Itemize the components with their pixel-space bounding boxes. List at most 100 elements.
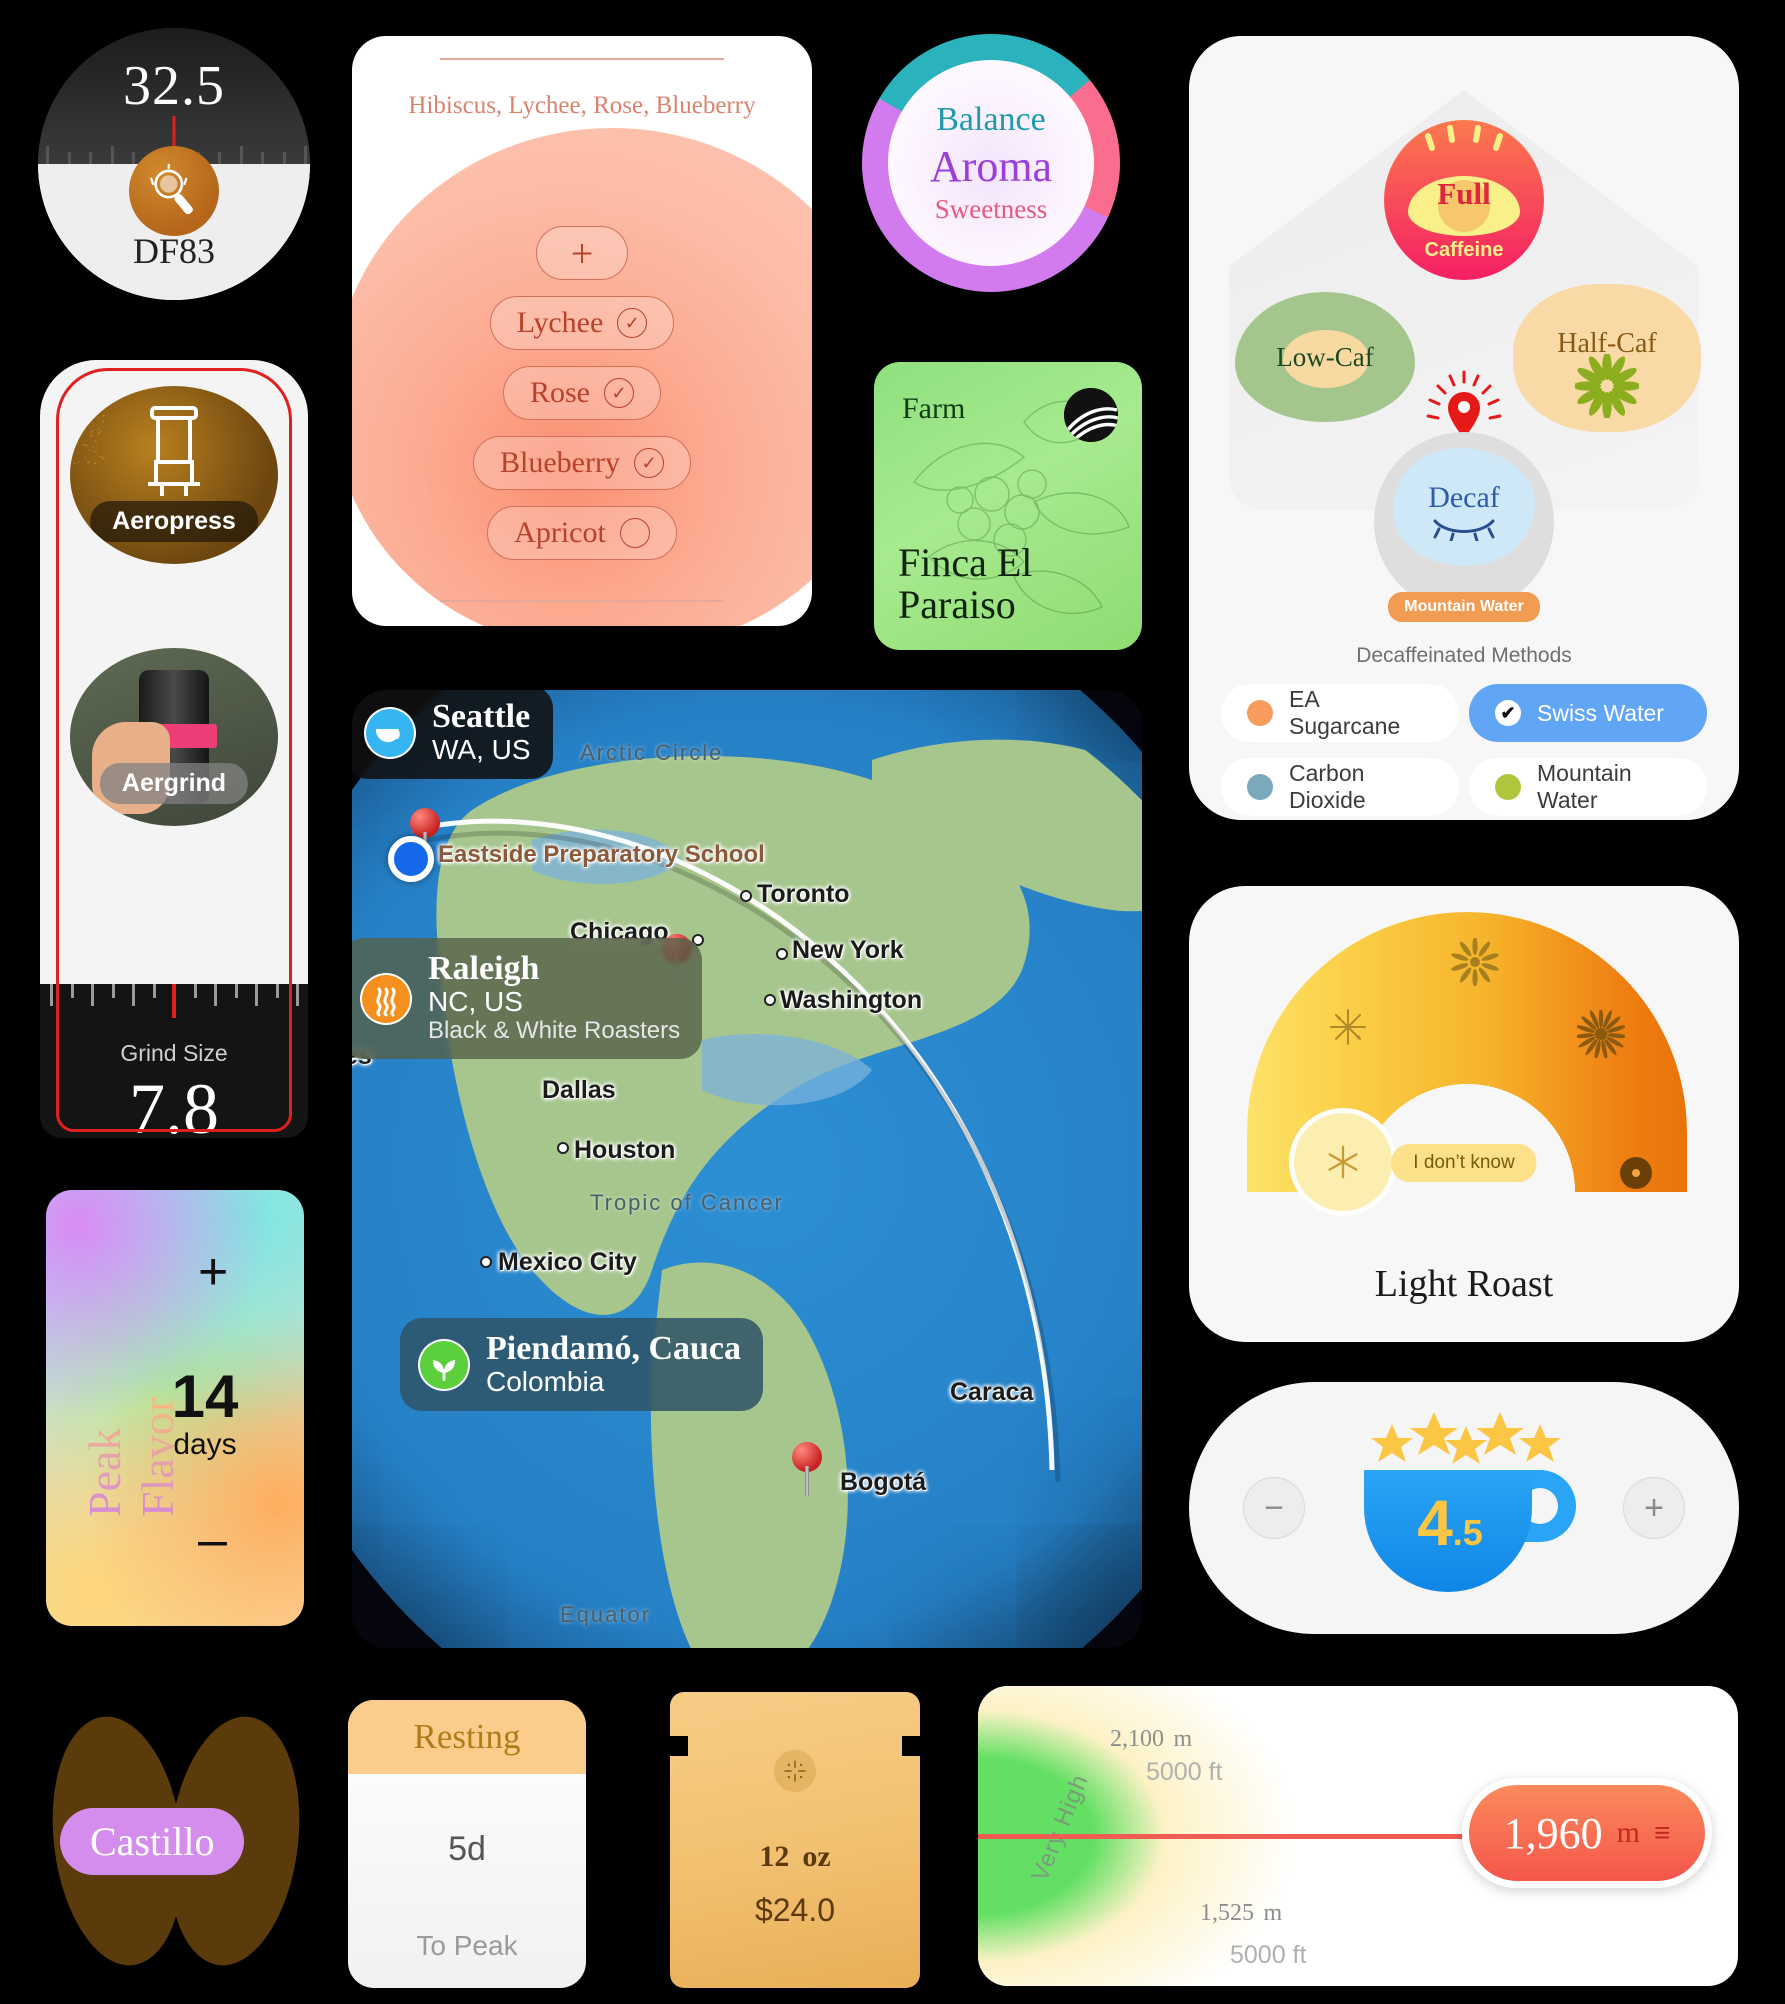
altitude-value-unit: m [1617,1816,1640,1850]
peak-flavor-card: Peak Flavor + 14 days – [46,1190,304,1626]
altitude-high: 2,100 m [1110,1712,1192,1756]
method-label: Carbon Dioxide [1289,760,1433,814]
dose-dial[interactable]: 32.5 DF83 [38,28,310,300]
map-label-dallas: Dallas [542,1076,616,1105]
portafilter-glyph [146,163,202,219]
bag-weight-unit: oz [802,1840,830,1873]
decrement-rating-button[interactable]: − [1243,1477,1305,1539]
brew-method-photo[interactable]: Aeropress [70,386,278,564]
caffeine-decaf-title: Decaf [1428,481,1500,515]
bag-card[interactable]: 12 oz $24.0 [670,1692,920,1988]
flavor-chip-lychee[interactable]: Lychee ✓ [490,296,675,350]
roast-level-card: I don’t know Light Roast [1189,886,1739,1342]
flavor-chip-rose[interactable]: Rose ✓ [503,366,661,420]
add-flavor-button[interactable]: + [536,226,628,280]
dose-value: 32.5 [38,54,310,118]
method-ea-sugarcane[interactable]: EA Sugarcane [1221,684,1459,742]
cup-glyph [364,707,416,759]
location-name: Piendamó, Cauca [486,1332,741,1367]
resting-subtitle: To Peak [348,1930,586,1962]
roast-unknown-button[interactable]: I don’t know [1391,1144,1536,1182]
flavor-chip-label: Lychee [517,306,604,340]
rating-integer: 4 [1417,1487,1453,1559]
check-icon: ✔ [1495,700,1521,726]
city-dot [557,1142,569,1154]
method-mountain-water[interactable]: Mountain Water [1469,758,1707,816]
resting-header: Resting [348,1700,586,1774]
map-poi-label: Eastside Preparatory School [438,842,588,867]
check-icon: ✓ [617,308,647,338]
portafilter-icon[interactable] [129,146,219,236]
bag-notch-right [902,1736,920,1756]
location-card-raleigh[interactable]: Raleigh NC, US Black & White Roasters [352,938,702,1059]
city-dot [740,890,752,902]
method-label: EA Sugarcane [1289,686,1433,740]
bag-price: $24.0 [670,1892,920,1929]
caffeine-option-half[interactable]: Half-Caf [1513,284,1701,432]
flavor-notes-card: Hibiscus, Lychee, Rose, Blueberry + Lych… [352,36,812,626]
decaf-methods-list: EA Sugarcane ✔ Swiss Water Carbon Dioxid… [1221,684,1707,816]
steam-glyph [360,973,412,1025]
location-name: Raleigh [428,952,680,987]
caffeine-panel: Full Caffeine Low-Caf Half-Caf Decaf Mou… [1189,36,1739,820]
increment-peak-button[interactable]: + [198,1242,228,1302]
flavor-chip-blueberry[interactable]: Blueberry ✓ [473,436,691,490]
map-label-houston: Houston [574,1136,675,1165]
grinder-label: Aergrind [100,763,248,804]
method-carbon-dioxide[interactable]: Carbon Dioxide [1221,758,1459,816]
current-location-dot[interactable] [388,836,434,882]
variety-card[interactable]: Castillo [48,1700,312,1984]
flavor-chip-label: Apricot [514,516,606,550]
map-label-caracas: Caraca [950,1378,1033,1407]
bag-valve-icon [774,1750,816,1792]
roast-selector-knob[interactable] [1289,1108,1397,1216]
dose-device-name: DF83 [38,230,310,272]
origin-map[interactable]: Arctic Circle Chicago Toronto New York W… [352,690,1142,1648]
farm-card[interactable]: Farm Finca El Paraiso [874,362,1142,650]
roast-icon-medium [1451,938,1499,986]
map-label-arctic-circle: Arctic Circle [580,740,723,766]
map-label-equator: Equator [560,1602,651,1628]
map-label-mexico-city: Mexico City [498,1248,637,1277]
altitude-low-value: 1,525 [1200,1900,1254,1926]
shipping-arc [352,690,1142,1648]
rating-cup[interactable]: 4.5 [1344,1408,1584,1608]
altitude-indicator-line [978,1834,1472,1839]
aroma-sweetness-label: Sweetness [935,194,1047,225]
altitude-card: Very High 2,100 m 5000 ft 1,525 m 5000 f… [978,1686,1738,1986]
altitude-value-pill[interactable]: 1,960 m ≡ [1462,1778,1712,1888]
roast-icon-light [1325,1004,1371,1050]
sleeping-eye-icon [1429,517,1499,541]
map-label-bogota: Bogotá [840,1468,926,1497]
location-region: NC, US [428,987,680,1018]
aroma-ring[interactable]: Balance Aroma Sweetness [862,34,1120,292]
roaster-name: Black & White Roasters [428,1017,680,1045]
location-card-seattle[interactable]: Seattle WA, US [352,690,553,779]
decrement-peak-button[interactable]: – [198,1510,227,1570]
map-pin-origin[interactable] [792,1442,822,1496]
grinder-photo[interactable]: Aergrind [70,648,278,826]
method-swiss-water[interactable]: ✔ Swiss Water [1469,684,1707,742]
resting-days: 5 [448,1830,467,1868]
brew-method-card: Aeropress Aergrind Grind Size 7.8 [40,360,308,1138]
altitude-low: 1,525 m [1200,1886,1282,1930]
check-icon: ✓ [634,448,664,478]
caffeine-option-decaf[interactable]: Decaf Mountain Water [1374,432,1554,612]
caffeine-option-full[interactable]: Full Caffeine [1384,120,1544,280]
grind-size-label: Grind Size [40,1040,308,1067]
valve-glyph [779,1755,811,1787]
decaf-method-badge: Mountain Water [1388,592,1539,622]
aroma-main-label: Aroma [930,141,1052,192]
color-dot-icon [1495,774,1521,800]
decaf-methods-label: Decaffeinated Methods [1189,644,1739,668]
location-card-origin[interactable]: Piendamó, Cauca Colombia [400,1318,763,1411]
aroma-ring-inner: Balance Aroma Sweetness [888,60,1094,266]
peak-flavor-value: 14 [46,1362,304,1431]
menu-icon[interactable]: ≡ [1654,1817,1670,1849]
caffeine-option-low[interactable]: Low-Caf [1235,292,1415,422]
increment-rating-button[interactable]: + [1623,1477,1685,1539]
variety-name: Castillo [60,1808,244,1875]
flavor-chip-apricot[interactable]: Apricot [487,506,677,560]
roast-icon-dark [1577,1010,1625,1058]
altitude-low-unit: m [1264,1900,1283,1926]
